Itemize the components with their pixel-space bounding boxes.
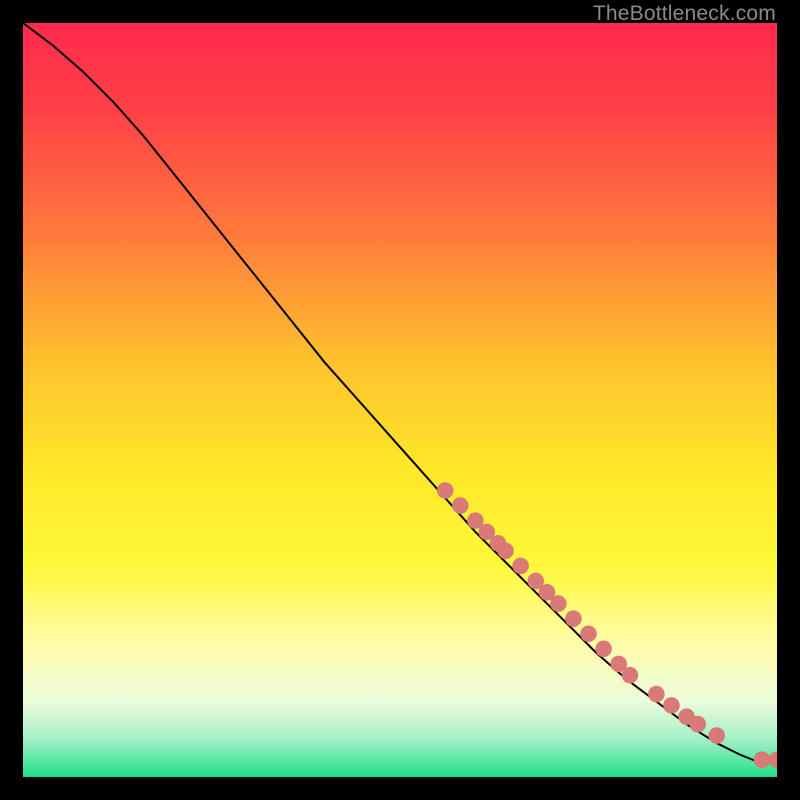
- chart-marker: [452, 497, 469, 514]
- chart-marker: [550, 595, 567, 612]
- chart-marker: [580, 625, 597, 642]
- chart-marker: [497, 543, 514, 560]
- chart-marker: [512, 558, 529, 575]
- chart-plot-area: [23, 23, 777, 777]
- chart-marker: [565, 610, 582, 627]
- chart-stage: TheBottleneck.com: [0, 0, 800, 800]
- chart-marker: [690, 716, 707, 733]
- chart-svg: [23, 23, 777, 777]
- chart-marker: [754, 751, 771, 768]
- chart-marker: [648, 686, 665, 703]
- chart-marker: [437, 482, 454, 499]
- chart-marker: [595, 641, 612, 658]
- chart-background: [23, 23, 777, 777]
- chart-marker: [663, 697, 680, 714]
- chart-marker: [708, 727, 725, 744]
- chart-marker: [622, 667, 639, 684]
